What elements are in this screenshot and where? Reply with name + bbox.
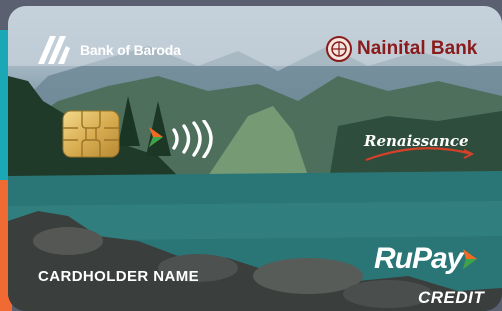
cardholder-name: CARDHOLDER NAME <box>38 268 199 285</box>
network-name: RuPay <box>374 242 463 275</box>
nainital-bank-logo: Nainital Bank <box>326 36 477 62</box>
rupay-arrow-icon <box>149 127 163 147</box>
card-frame: Bank of Baroda Nainital Bank Renaissance… <box>0 0 502 311</box>
rupay-triangle-icon <box>463 249 478 269</box>
card-variant-name: Renaissance <box>364 132 469 150</box>
bank-of-baroda-logo: Bank of Baroda <box>36 34 181 66</box>
emv-chip-icon <box>62 110 120 158</box>
credit-card: Bank of Baroda Nainital Bank Renaissance… <box>8 6 502 311</box>
card-type-label: CREDIT <box>418 288 485 307</box>
contactless-icon <box>172 120 213 158</box>
bank-of-baroda-logo-icon <box>38 36 70 64</box>
nainital-bank-emblem-icon <box>326 36 352 62</box>
rupay-logo: RuPay <box>374 242 478 276</box>
renaissance-variant-logo: Renaissance <box>364 128 474 168</box>
nainital-bank-name: Nainital Bank <box>357 38 478 59</box>
bank-of-baroda-name: Bank of Baroda <box>80 42 181 58</box>
